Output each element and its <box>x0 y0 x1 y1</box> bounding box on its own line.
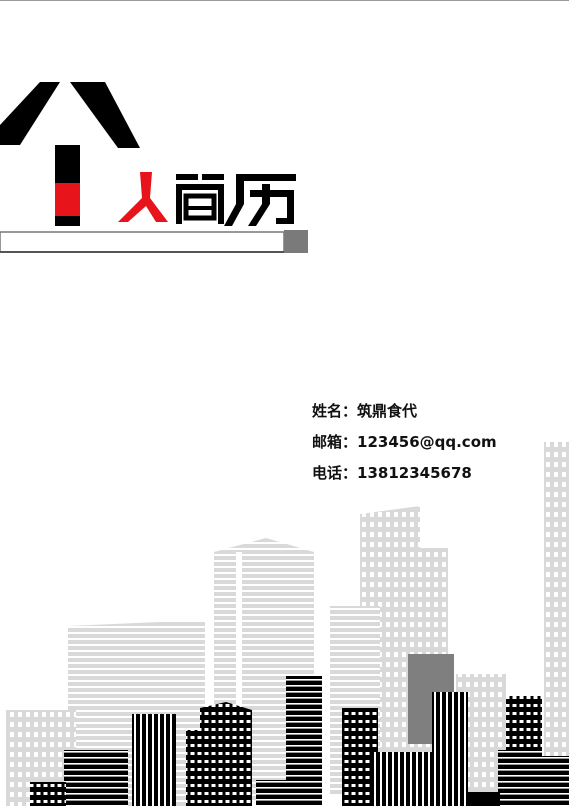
city-skyline-illustration <box>6 442 569 806</box>
name-row: 姓名：筑鼎食代 <box>312 400 497 431</box>
name-label: 姓名： <box>312 402 358 420</box>
resume-title-logo <box>0 82 308 253</box>
name-value: 筑鼎食代 <box>357 402 418 420</box>
page-top-border <box>0 0 569 1</box>
